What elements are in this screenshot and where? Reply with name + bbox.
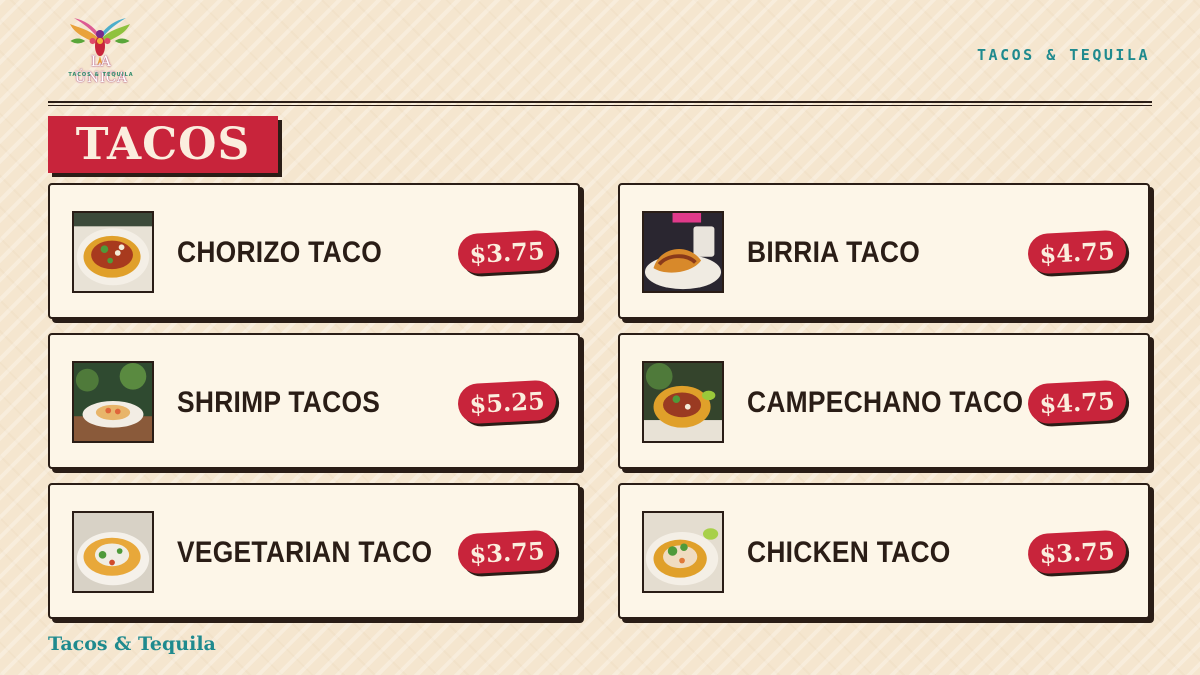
footer-tagline: Tacos & Tequila bbox=[48, 633, 216, 655]
menu-card-chorizo-taco[interactable]: CHORIZO TACO $3.75 bbox=[48, 183, 580, 319]
menu-card-campechano-taco[interactable]: CAMPECHANO TACO $4.75 bbox=[618, 333, 1150, 469]
price-value: $5.25 bbox=[468, 385, 546, 419]
leaves-icon bbox=[70, 37, 130, 45]
shrimp-tacos-photo bbox=[72, 361, 154, 443]
price-value: $3.75 bbox=[1038, 535, 1116, 569]
section-banner: TACOS bbox=[48, 116, 278, 173]
header-divider bbox=[48, 101, 1152, 103]
price-badge: $5.25 bbox=[457, 379, 557, 425]
price-badge: $3.75 bbox=[1027, 529, 1127, 575]
vegetarian-taco-photo bbox=[72, 511, 154, 593]
menu-item-name: BIRRIA TACO bbox=[747, 236, 921, 269]
menu-item-name: VEGETARIAN TACO bbox=[177, 536, 433, 569]
chicken-taco-photo bbox=[642, 511, 724, 593]
header-tagline: TACOS & TEQUILA bbox=[977, 46, 1150, 64]
menu-item-name: SHRIMP TACOS bbox=[177, 386, 381, 419]
price-badge: $4.75 bbox=[1027, 229, 1127, 275]
price-badge: $3.75 bbox=[457, 229, 557, 275]
brand-logo: LA ÚNICA TACOS & TEQUILA bbox=[58, 16, 142, 88]
menu-item-name: CHICKEN TACO bbox=[747, 536, 951, 569]
menu-card-shrimp-tacos[interactable]: SHRIMP TACOS $5.25 bbox=[48, 333, 580, 469]
birria-taco-photo bbox=[642, 211, 724, 293]
menu-card-vegetarian-taco[interactable]: VEGETARIAN TACO $3.75 bbox=[48, 483, 580, 619]
menu-item-name: CHORIZO TACO bbox=[177, 236, 383, 269]
price-value: $4.75 bbox=[1038, 385, 1116, 419]
section-title: TACOS bbox=[75, 119, 251, 170]
menu-card-birria-taco[interactable]: BIRRIA TACO $4.75 bbox=[618, 183, 1150, 319]
logo-subtitle: TACOS & TEQUILA bbox=[68, 72, 134, 78]
header-divider-thin bbox=[48, 105, 1152, 106]
price-badge: $4.75 bbox=[1027, 379, 1127, 425]
price-value: $3.75 bbox=[468, 235, 546, 269]
price-value: $4.75 bbox=[1038, 235, 1116, 269]
menu-item-name: CAMPECHANO TACO bbox=[747, 386, 1024, 419]
campechano-taco-photo bbox=[642, 361, 724, 443]
price-badge: $3.75 bbox=[457, 529, 557, 575]
menu-card-chicken-taco[interactable]: CHICKEN TACO $3.75 bbox=[618, 483, 1150, 619]
chorizo-taco-photo bbox=[72, 211, 154, 293]
price-value: $3.75 bbox=[468, 535, 546, 569]
